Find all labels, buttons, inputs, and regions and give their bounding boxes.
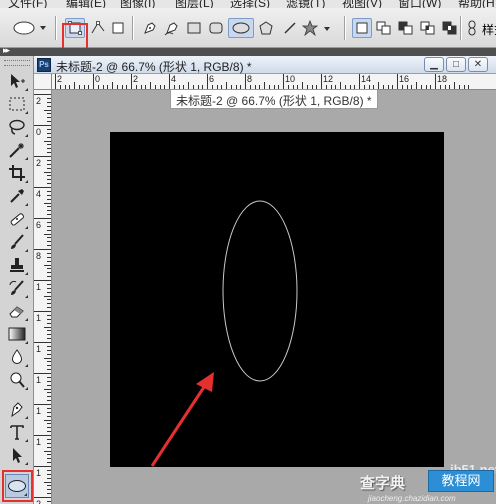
watermark-badge: 教程网 [428,470,494,492]
annotation-arrow-shaft [150,383,208,467]
annotation-layer [150,372,214,467]
title-tooltip: 未标题-2 @ 66.7% (形状 1, RGB/8) * [170,89,378,109]
watermark-url: jiaocheng.chazidian.com [368,494,456,503]
watermark: jb51.net 查字典 教程网 jiaocheng.chazidian.com [360,448,496,504]
annotation-arrow-head-icon [196,372,214,392]
